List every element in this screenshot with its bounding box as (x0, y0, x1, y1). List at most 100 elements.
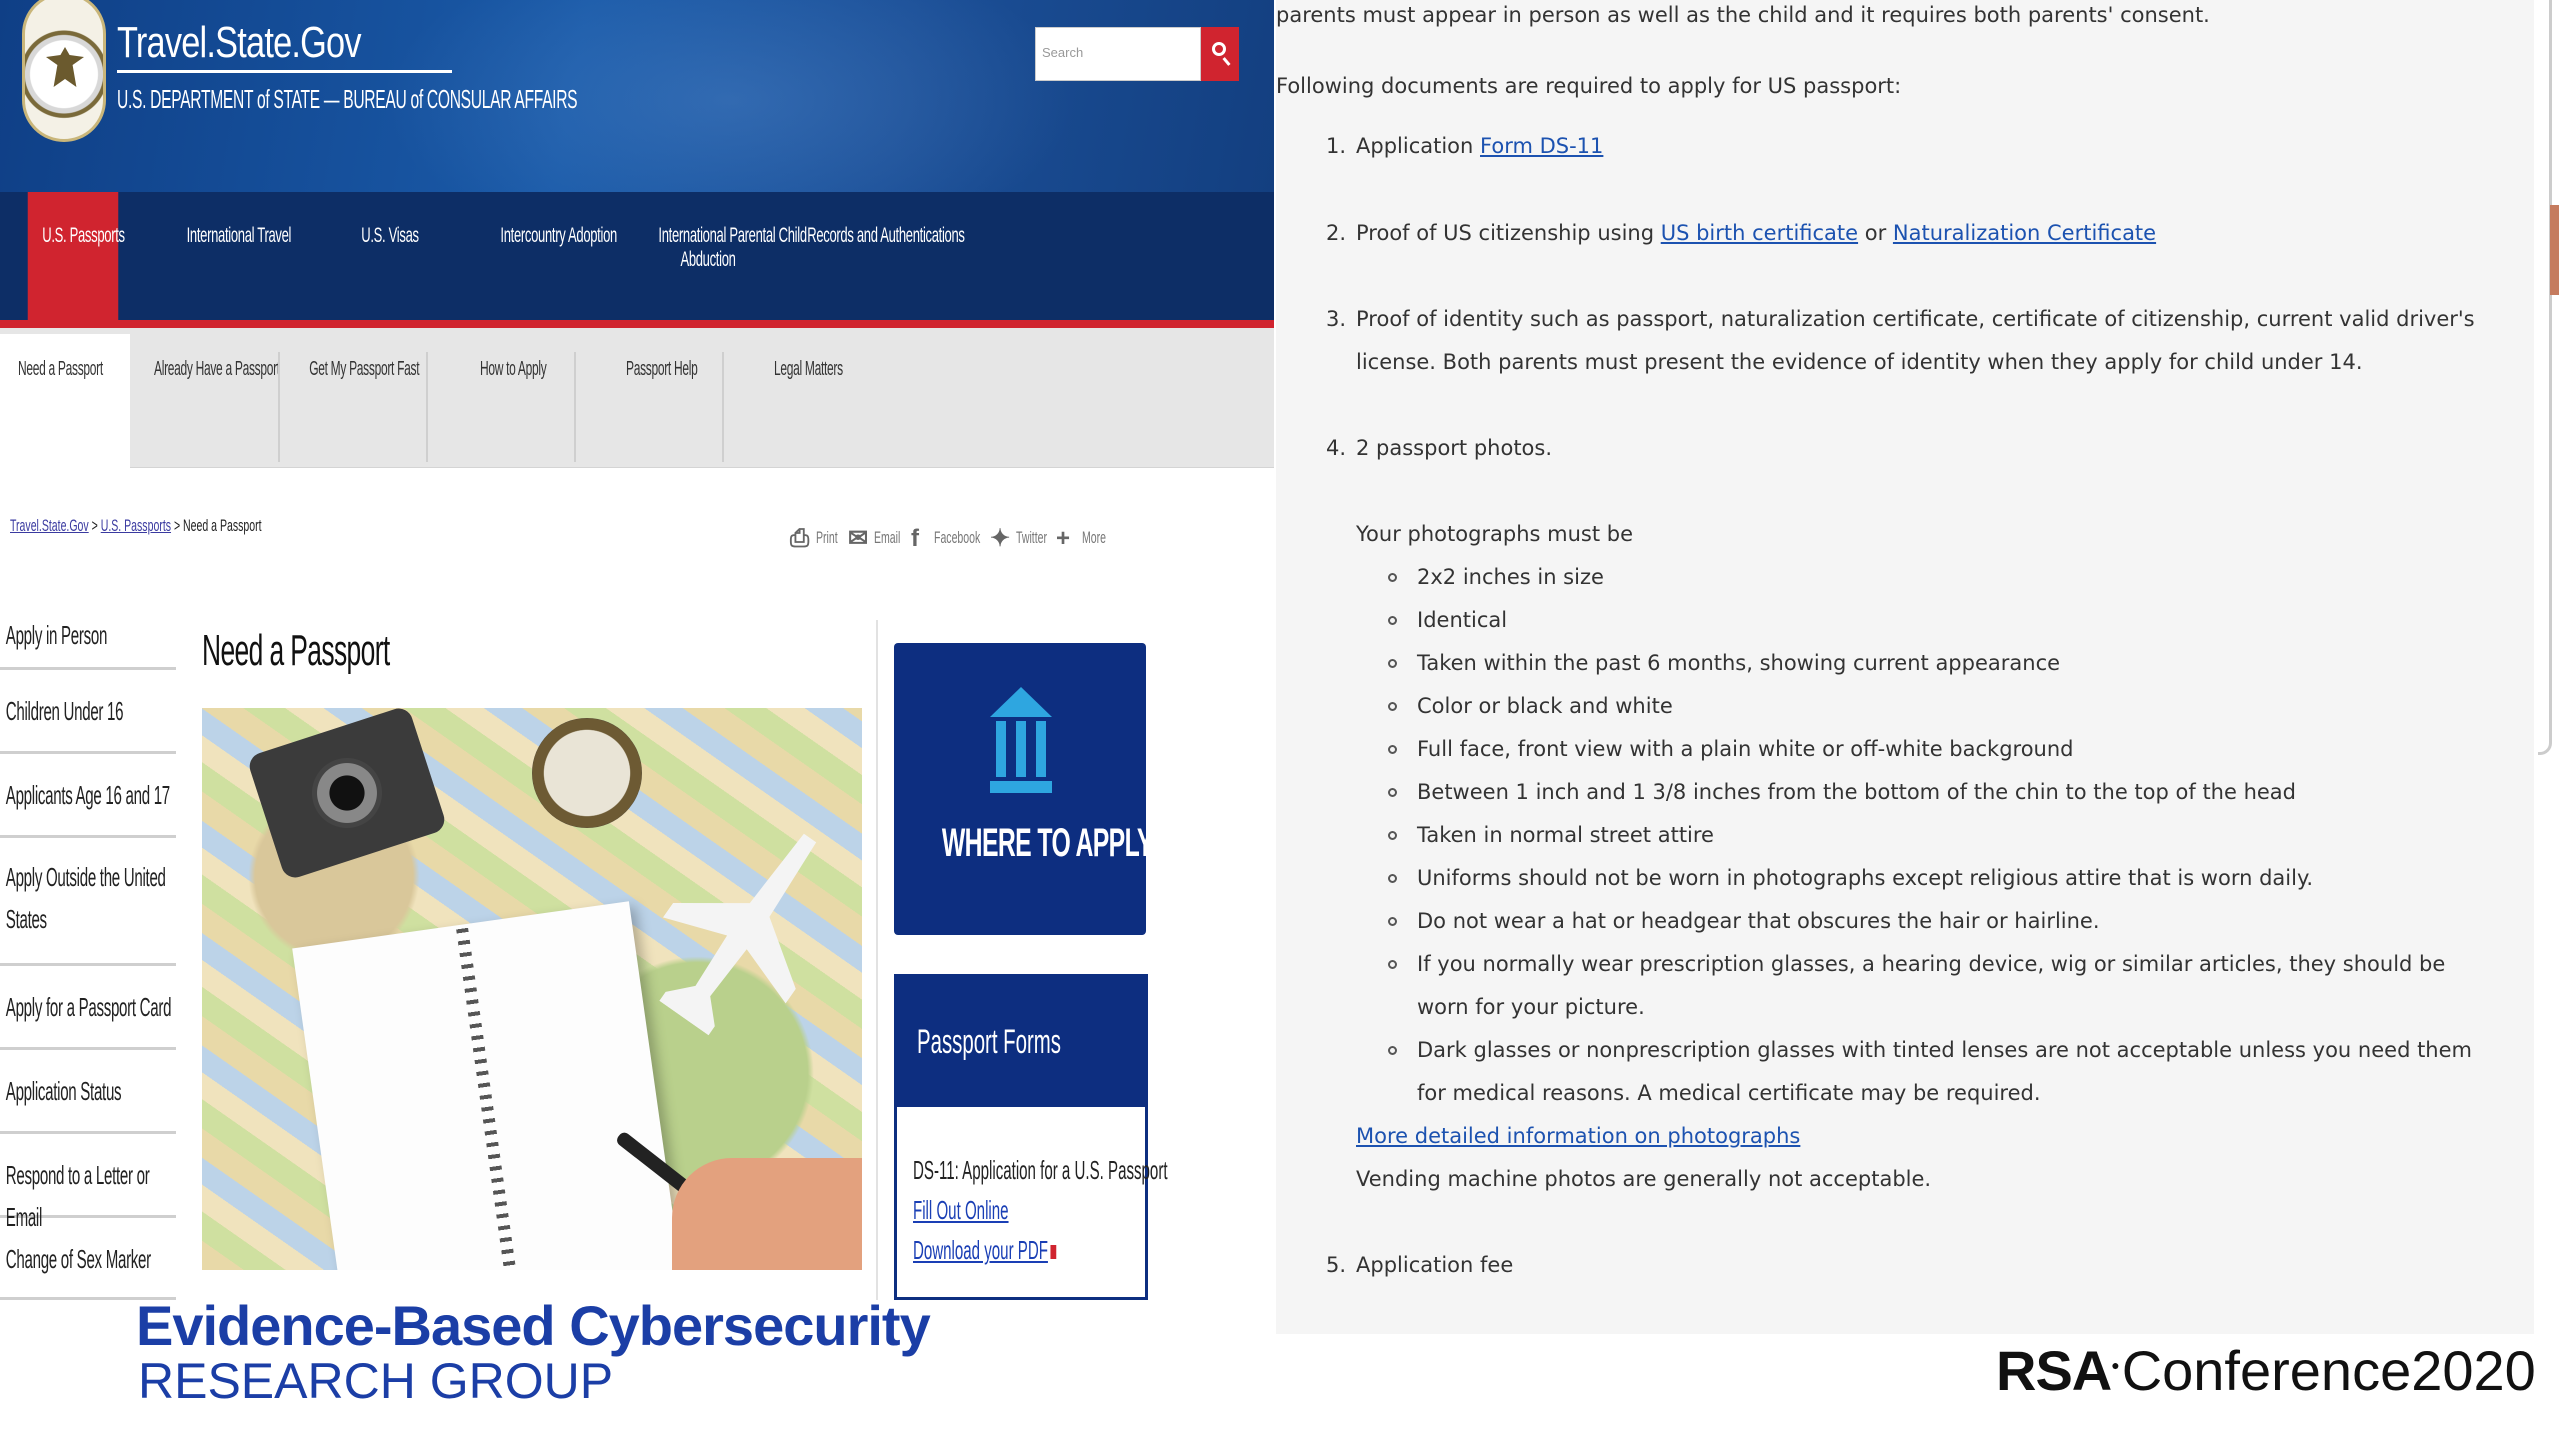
ebc-logo-line1: Evidence-Based Cybersecurity (136, 1294, 931, 1357)
building-roof (990, 687, 1052, 717)
doc-text-line: parents must appear in person as well as… (1276, 3, 2210, 27)
sidebar-item-label: Apply Outside the United (5, 862, 166, 892)
nav-accent-bar (0, 320, 1274, 328)
list-number: 2. (1326, 221, 1347, 245)
sidebar-item-age-16-17[interactable]: Applicants Age 16 and 17 (0, 754, 176, 838)
subnav-item-how-to-apply[interactable]: How to Apply (480, 358, 547, 381)
camera-illustration (246, 708, 448, 882)
form-ds11-title: DS-11: Application for a U.S. Passport (913, 1155, 1168, 1185)
mainnav-item-us-visas[interactable]: U.S. Visas (359, 224, 421, 248)
site-subtitle: U.S. DEPARTMENT of STATE — BUREAU of CON… (117, 84, 578, 114)
sidebar-item-passport-card[interactable]: Apply for a Passport Card (0, 966, 176, 1050)
search-icon (1212, 42, 1226, 56)
twitter-icon[interactable]: ✦ (990, 526, 1010, 552)
site-header: Travel.State.Gov U.S. DEPARTMENT of STAT… (0, 0, 1274, 192)
sidebar-item-label-line2: States (5, 904, 47, 934)
bullet-circle-icon (1388, 1046, 1397, 1055)
sidebar-item-change-sex-marker[interactable]: Change of Sex Marker (0, 1218, 176, 1300)
email-icon[interactable]: ✉ (848, 526, 868, 552)
list-number: 1. (1326, 134, 1347, 158)
rsa-conference-logo: RSA●Conference2020 (1996, 1338, 2536, 1403)
list-item-photos: 2 passport photos. (1356, 436, 1553, 460)
search-button[interactable] (1201, 27, 1239, 81)
share-email-label[interactable]: Email (874, 528, 900, 548)
photo-rule: Between 1 inch and 1 3/8 inches from the… (1417, 780, 2297, 804)
breadcrumb-link-passports[interactable]: U.S. Passports (101, 516, 171, 535)
plus-icon[interactable]: + (1054, 526, 1072, 552)
share-print-label[interactable]: Print (816, 528, 838, 548)
photo-rule: Taken within the past 6 months, showing … (1417, 651, 2061, 675)
share-more-label[interactable]: More (1082, 528, 1106, 548)
naturalization-certificate-link[interactable]: Naturalization Certificate (1893, 221, 2156, 245)
notebook-illustration (292, 901, 682, 1270)
bullet-circle-icon (1388, 917, 1397, 926)
subnav-item-already-have[interactable]: Already Have a Passport (154, 358, 280, 381)
eagle-icon (46, 47, 84, 87)
subnav-item-passport-help[interactable]: Passport Help (626, 358, 698, 381)
bullet-circle-icon (1388, 702, 1397, 711)
search-input[interactable]: Search (1035, 27, 1201, 81)
list-item-text: or (1858, 221, 1893, 245)
site-title[interactable]: Travel.State.Gov (117, 18, 362, 68)
download-pdf-label: Download your PDF (913, 1235, 1048, 1265)
bullet-circle-icon (1388, 874, 1397, 883)
doc-intro: Following documents are required to appl… (1276, 74, 1902, 98)
more-photo-info-link[interactable]: More detailed information on photographs (1356, 1124, 1800, 1148)
subnav-item-need-passport[interactable]: Need a Passport (18, 358, 103, 381)
where-to-apply-button[interactable]: WHERE TO APPLY (894, 643, 1154, 935)
government-building-icon (990, 687, 1052, 797)
mainnav-item-intercountry-adoption[interactable]: Intercountry Adoption (500, 224, 617, 248)
building-column (1016, 721, 1026, 777)
breadcrumb-separator: > (91, 516, 98, 535)
page-title: Need a Passport (202, 626, 390, 675)
photo-rule: Identical (1417, 608, 1508, 632)
sidebar-item-apply-outside-us[interactable]: Apply Outside the United States (0, 838, 176, 966)
photo-rule: Taken in normal street attire (1417, 823, 1714, 847)
share-twitter-label[interactable]: Twitter (1016, 528, 1047, 548)
mainnav-item-international-travel[interactable]: International Travel (187, 224, 292, 248)
passport-forms-header: Passport Forms (897, 977, 1145, 1107)
sidebar-item-label: Children Under 16 (5, 696, 124, 726)
mainnav-item-label-line2: Abduction (680, 248, 736, 271)
photo-rule: Uniforms should not be worn in photograp… (1417, 866, 2314, 890)
travel-state-gov-screenshot: Travel.State.Gov U.S. DEPARTMENT of STAT… (0, 0, 1274, 1300)
sidebar-item-label: Applicants Age 16 and 17 (5, 780, 170, 810)
sidebar-item-label: Apply in Person (5, 620, 108, 650)
rsa-logo-rest: Conference2020 (2121, 1339, 2536, 1402)
building-column (1036, 721, 1046, 777)
photo-rule: 2x2 inches in size (1417, 565, 1604, 589)
photo-rule: Do not wear a hat or headgear that obscu… (1417, 909, 2100, 933)
list-item-citizenship: Proof of US citizenship using US birth c… (1356, 218, 2156, 248)
download-pdf-link[interactable]: Download your PDF (913, 1235, 1057, 1266)
bullet-circle-icon (1388, 745, 1397, 754)
building-column (996, 721, 1006, 777)
title-divider (117, 70, 452, 73)
sidebar-item-children-under-16[interactable]: Children Under 16 (0, 670, 176, 754)
passport-requirements-document: parents must appear in person as well as… (1276, 0, 2534, 1334)
sidebar-item-application-status[interactable]: Application Status (0, 1050, 176, 1134)
bullet-circle-icon (1388, 573, 1397, 582)
fill-out-online-link[interactable]: Fill Out Online (913, 1195, 1009, 1226)
adjacent-window-marker (2550, 205, 2559, 295)
building-base (990, 781, 1052, 793)
sidebar-item-respond-letter[interactable]: Respond to a Letter or Email (0, 1134, 176, 1232)
airplane-illustration (622, 795, 862, 1061)
mainnav-item-us-passports[interactable]: U.S. Passports (42, 224, 125, 248)
birth-certificate-link[interactable]: US birth certificate (1661, 221, 1858, 245)
subnav-divider (426, 352, 428, 462)
mainnav-item-records[interactable]: Records and Authentications (807, 224, 965, 248)
breadcrumb-link-home[interactable]: Travel.State.Gov (10, 516, 89, 535)
subnav-item-passport-fast[interactable]: Get My Passport Fast (309, 358, 419, 381)
print-icon[interactable]: ⎙ (790, 526, 809, 552)
state-department-seal-icon[interactable] (22, 0, 106, 142)
where-to-apply-label: WHERE TO APPLY (941, 821, 1154, 865)
mainnav-item-parental-abduction[interactable]: International Parental Child Abduction (658, 224, 807, 272)
form-ds11-link[interactable]: Form DS-11 (1480, 134, 1603, 158)
sidebar-item-apply-in-person[interactable]: Apply in Person (0, 604, 176, 670)
facebook-icon[interactable]: f (906, 526, 924, 552)
share-facebook-label[interactable]: Facebook (934, 528, 980, 548)
list-number: 3. (1326, 307, 1347, 331)
subnav-item-legal-matters[interactable]: Legal Matters (774, 358, 843, 381)
passport-forms-title: Passport Forms (917, 1023, 1061, 1061)
list-item-text: Application (1356, 134, 1481, 158)
